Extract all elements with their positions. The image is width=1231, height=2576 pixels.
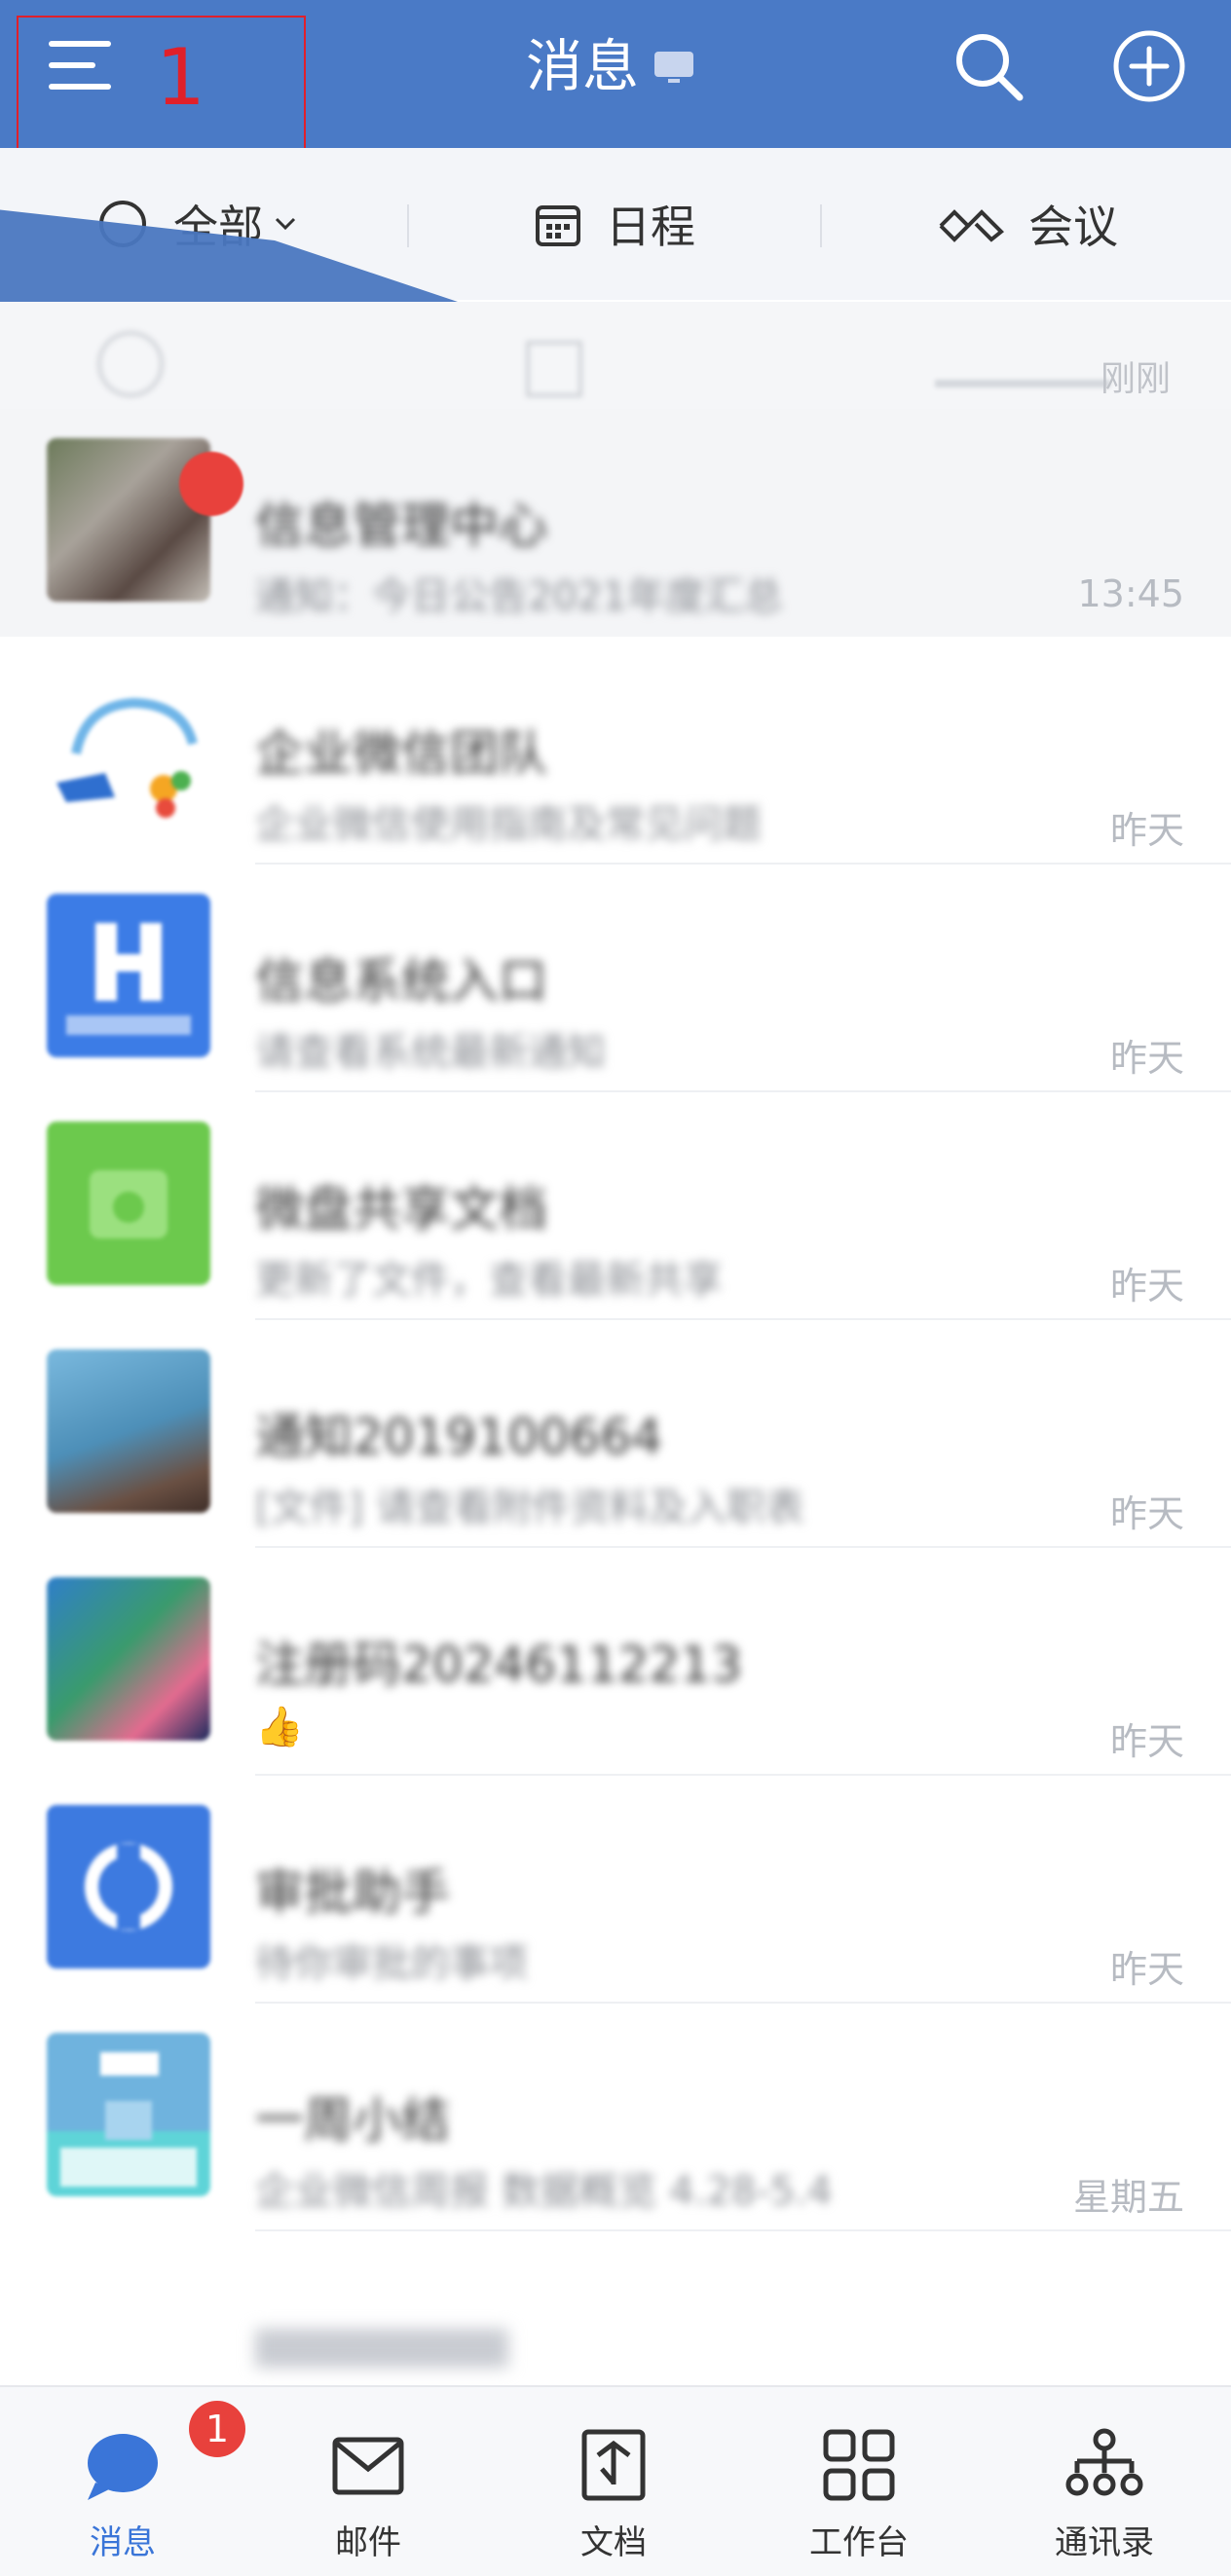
message-row[interactable]: 审批助手 待你审批的事项 昨天 xyxy=(0,1776,1231,2004)
message-row[interactable]: 信息管理中心 通知：今日公告2021年度汇总 13:45 xyxy=(0,409,1231,637)
message-row[interactable]: 注册码20246112213 👍 昨天 xyxy=(0,1548,1231,1776)
message-name: 信息系统入口 xyxy=(255,953,547,1010)
system-entry-avatar xyxy=(47,894,210,1057)
tab-label: 通讯录 xyxy=(1055,2523,1154,2562)
frog-avatar xyxy=(47,1577,210,1741)
weekly-summary-avatar xyxy=(47,2033,210,2196)
org-chart-icon xyxy=(1065,2426,1143,2504)
meeting-icon xyxy=(939,209,1004,242)
approval-avatar xyxy=(47,1805,210,1969)
message-preview: 企业微信周报 数据概览 4.28-5.4 xyxy=(255,2169,833,2214)
unread-badge xyxy=(179,452,243,516)
tab-workbench[interactable]: 工作台 xyxy=(781,2387,937,2576)
message-row-partial[interactable] xyxy=(0,2231,1231,2385)
filter-schedule[interactable]: 日程 xyxy=(534,148,695,300)
tab-docs[interactable]: 文档 xyxy=(536,2387,691,2576)
tab-label: 工作台 xyxy=(809,2523,909,2562)
tab-label: 消息 xyxy=(90,2523,156,2562)
page-title: 消息 xyxy=(526,33,640,99)
tab-messages[interactable]: 消息 1 xyxy=(45,2387,245,2576)
wecom-team-avatar xyxy=(47,666,210,829)
message-name: 信息管理中心 xyxy=(255,497,547,554)
chat-bubble-icon xyxy=(84,2426,162,2504)
tab-label: 邮件 xyxy=(335,2523,401,2562)
tab-mail[interactable]: 邮件 xyxy=(290,2387,446,2576)
message-preview: 请查看系统最新通知 xyxy=(255,1030,606,1075)
add-icon[interactable] xyxy=(1112,29,1186,103)
tab-contacts[interactable]: 通讯录 xyxy=(1026,2387,1182,2576)
grid-icon xyxy=(820,2426,898,2504)
chevron-down-icon xyxy=(275,217,296,231)
message-row[interactable]: 一周小结 企业微信周报 数据概览 4.28-5.4 星期五 xyxy=(0,2004,1231,2231)
message-time: 昨天 xyxy=(1109,1037,1184,1080)
message-preview: 通知：今日公告2021年度汇总 xyxy=(255,574,783,619)
message-name: 一周小结 xyxy=(255,2092,450,2149)
page-title-wrap: 消息 xyxy=(526,27,694,105)
message-preview: 👍 xyxy=(255,1705,304,1749)
message-time: 昨天 xyxy=(1109,809,1184,852)
filter-meeting-label: 会议 xyxy=(1028,201,1118,253)
document-icon xyxy=(575,2426,653,2504)
message-name: 企业微信团队 xyxy=(255,725,547,782)
filter-meeting[interactable]: 会议 xyxy=(937,148,1118,300)
search-icon[interactable] xyxy=(950,27,1027,105)
message-row[interactable]: 微盘共享文档 更新了文件，查看最新共享 昨天 xyxy=(0,1092,1231,1320)
filter-schedule-label: 日程 xyxy=(606,201,695,253)
ghost-row-time: 刚刚 xyxy=(1100,359,1172,399)
message-time: 昨天 xyxy=(1109,1492,1184,1535)
ghost-row xyxy=(0,302,1231,409)
message-preview: 更新了文件，查看最新共享 xyxy=(255,1258,723,1303)
message-row[interactable]: 企业微信团队 企业微信使用指南及常见问题 昨天 xyxy=(0,637,1231,865)
message-preview: 企业微信使用指南及常见问题 xyxy=(255,802,762,847)
calendar-icon xyxy=(536,205,580,246)
unread-count-badge: 1 xyxy=(189,2401,245,2457)
bottom-tab-bar: 消息 1 邮件 文档 工作台 通讯录 xyxy=(0,2385,1231,2576)
desktop-online-icon xyxy=(654,52,694,83)
shared-folder-avatar xyxy=(47,1122,210,1285)
message-time: 昨天 xyxy=(1109,1948,1184,1991)
mail-icon xyxy=(329,2426,407,2504)
message-name: 审批助手 xyxy=(255,1864,450,1921)
message-preview: 待你审批的事项 xyxy=(255,1941,528,1986)
message-name: 注册码20246112213 xyxy=(255,1637,742,1693)
message-name: 微盘共享文档 xyxy=(255,1181,547,1237)
annotation-number: 1 xyxy=(156,32,205,123)
message-row[interactable]: 信息系统入口 请查看系统最新通知 昨天 xyxy=(0,865,1231,1092)
message-name: 通知2019100664 xyxy=(255,1409,663,1465)
message-time: 昨天 xyxy=(1109,1265,1184,1307)
tab-label: 文档 xyxy=(580,2523,647,2562)
message-row[interactable]: 通知2019100664 [文件] 请查看附件资料及入职表 昨天 xyxy=(0,1320,1231,1548)
photo-avatar xyxy=(47,1349,210,1513)
message-time: 星期五 xyxy=(1072,2176,1184,2219)
message-preview: [文件] 请查看附件资料及入职表 xyxy=(255,1486,804,1530)
message-time: 昨天 xyxy=(1109,1720,1184,1763)
message-time: 13:45 xyxy=(1077,572,1184,615)
